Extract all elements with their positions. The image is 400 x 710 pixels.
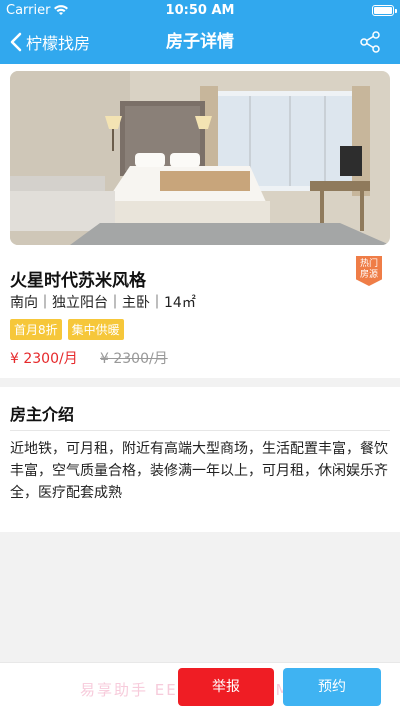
house-meta: 南向｜独立阳台｜主卧｜14㎡ xyxy=(10,295,196,311)
share-icon[interactable] xyxy=(358,30,382,54)
tag-discount: 首月8折 xyxy=(10,319,62,340)
status-time: 10:50 AM xyxy=(165,2,235,18)
tag-list: 首月8折 集中供暖 xyxy=(10,319,124,340)
battery-icon xyxy=(372,4,397,16)
status-right xyxy=(372,4,397,16)
tag-heating: 集中供暖 xyxy=(67,319,124,340)
status-bar: Carrier 10:50 AM xyxy=(0,0,400,20)
hot-badge: 热门房源 xyxy=(356,256,382,286)
current-price: ¥ 2300/月 xyxy=(10,351,78,367)
house-info: 火星时代苏米风格 热门房源 南向｜独立阳台｜主卧｜14㎡ 首月8折 集中供暖 ¥… xyxy=(0,254,400,378)
owner-title: 房主介绍 xyxy=(10,405,75,424)
original-price: ¥ 2300/月 xyxy=(100,351,168,367)
page-title: 房子详情 xyxy=(166,32,234,52)
photo-card xyxy=(0,64,400,254)
nav-bar: 柠檬找房 房子详情 xyxy=(0,20,400,64)
divider xyxy=(10,430,390,431)
owner-section: 房主介绍 近地铁，可月租，附近有高端大型商场，生活配置丰富，餐饮丰富，空气质量合… xyxy=(0,387,400,532)
report-button[interactable]: 举报 xyxy=(178,668,274,706)
book-button[interactable]: 预约 xyxy=(283,668,381,706)
house-title: 火星时代苏米风格 xyxy=(10,271,146,291)
room-photo[interactable] xyxy=(10,71,390,245)
owner-description: 近地铁，可月租，附近有高端大型商场，生活配置丰富，餐饮丰富，空气质量合格，装修满… xyxy=(10,441,388,501)
bottom-bar: 易享助手 EEDD.ZJZ.COM 举报 预约 xyxy=(0,662,400,710)
